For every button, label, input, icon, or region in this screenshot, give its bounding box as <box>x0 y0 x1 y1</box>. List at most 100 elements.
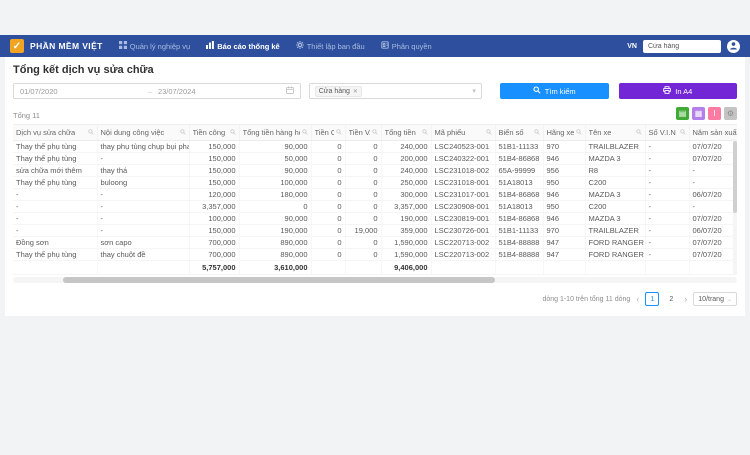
summary-cell <box>13 260 98 275</box>
horizontal-scrollbar-thumb[interactable] <box>63 277 495 283</box>
brand[interactable]: ✓ PHẦN MỀM VIỆT <box>10 39 103 53</box>
column-header[interactable]: Tổng tiền <box>381 125 432 141</box>
file-pdf-icon[interactable]: I <box>708 107 721 120</box>
summary-cell <box>345 260 382 275</box>
table-cell: 65A-99999 <box>495 164 544 177</box>
table-row[interactable]: - -150,000 190,000 0 19,000 359,000 LSC230726-… <box>13 224 737 237</box>
table-cell: LSC231018-001 <box>431 176 496 189</box>
search-button[interactable]: Tìm kiếm <box>499 83 609 99</box>
close-icon[interactable]: ✕ <box>353 88 358 95</box>
nav-item-quan-ly-nghiep-vu[interactable]: Quản lý nghiệp vụ <box>118 41 191 51</box>
table-cell: C200 <box>585 176 646 189</box>
table-cell: 946 <box>543 152 586 165</box>
column-header[interactable]: Tổng tiền hàng hóa <box>239 125 312 141</box>
column-header[interactable]: Tiền công <box>189 125 240 141</box>
page-button-1[interactable]: 1 <box>645 292 660 306</box>
table-cell: LSC220713-002 <box>431 236 496 249</box>
column-header[interactable]: Dịch vụ sửa chữa <box>13 125 98 141</box>
date-to-value[interactable]: 23/07/2024 <box>158 87 286 96</box>
table-row[interactable]: - -3,357,000 0 0 0 3,357,000 LSC230908-001 51A1… <box>13 200 737 213</box>
column-header[interactable]: Nội dung công việc <box>97 125 190 141</box>
table-row[interactable]: - -120,000 180,000 0 0 300,000 LSC231017-001 51… <box>13 188 737 201</box>
table-cell: 50,000 <box>239 152 312 165</box>
column-search-icon[interactable] <box>421 128 428 137</box>
columns-icon[interactable]: ▦ <box>692 107 705 120</box>
table-row[interactable]: - -100,000 90,000 0 0 190,000 LSC230819-001 51B… <box>13 212 737 225</box>
table-cell: Thay thế phụ tùng <box>13 140 98 153</box>
file-excel-icon[interactable]: ▤ <box>676 107 689 120</box>
store-search-input[interactable] <box>643 39 721 53</box>
table-cell: Thay thế phụ tùng <box>13 152 98 165</box>
chevron-right-icon[interactable]: › <box>683 294 688 304</box>
column-header[interactable]: Tiền VAT <box>345 125 382 141</box>
table-cell: 947 <box>543 236 586 249</box>
language-selector[interactable]: VN <box>627 43 637 50</box>
column-header[interactable]: Biển số <box>495 125 544 141</box>
column-search-icon[interactable] <box>533 128 540 137</box>
table-cell: 19,000 <box>345 224 382 237</box>
date-from-value[interactable]: 01/07/2020 <box>20 87 148 96</box>
table-cell: 150,000 <box>189 140 240 153</box>
table-cell: 180,000 <box>239 188 312 201</box>
column-header-label: Tiền CK <box>314 128 334 137</box>
table-row[interactable]: Thay thế phụ tùng -150,000 50,000 0 0 200,000… <box>13 152 737 165</box>
chevron-left-icon[interactable]: ‹ <box>635 294 640 304</box>
column-search-icon[interactable] <box>485 128 492 137</box>
table-row[interactable]: Thay thế phụ tùng thay phụ tùng chụp bụi … <box>13 140 737 153</box>
column-search-icon[interactable] <box>229 128 236 137</box>
table-cell: - <box>13 224 98 237</box>
column-header[interactable]: Hãng xe <box>543 125 586 141</box>
column-header[interactable]: Năm sản xuất <box>689 125 737 141</box>
table-cell: 700,000 <box>189 248 240 261</box>
store-filter-select[interactable]: Cửa hàng ✕ ▾ <box>308 83 482 99</box>
pagination-bar: dòng 1-10 trên tổng 11 dòng ‹ 1 2 › 10/t… <box>13 292 737 306</box>
table-cell: 950 <box>543 200 586 213</box>
vertical-scrollbar-thumb[interactable] <box>733 141 737 213</box>
table-cell: - <box>97 200 190 213</box>
table-cell: - <box>689 176 737 189</box>
table-cell: sơn capo <box>97 236 190 249</box>
summary-cell <box>311 260 346 275</box>
date-range-picker[interactable]: 01/07/2020 – 23/07/2024 <box>13 83 301 99</box>
table-cell: 0 <box>311 212 346 225</box>
column-header[interactable]: Số V.I.N <box>645 125 690 141</box>
column-search-icon[interactable] <box>635 128 642 137</box>
table-row[interactable]: sửa chữa mới thêm thay thá 150,000 90,000 0 0… <box>13 164 737 177</box>
column-search-icon[interactable] <box>371 128 378 137</box>
table-cell: R8 <box>585 164 646 177</box>
nav-item-label: Quản lý nghiệp vụ <box>129 41 191 51</box>
column-search-icon[interactable] <box>575 128 582 137</box>
nav-item-bao-cao-thong-ke[interactable]: Báo cáo thống kê <box>206 41 280 51</box>
column-search-icon[interactable] <box>679 128 686 137</box>
column-search-icon[interactable] <box>301 128 308 137</box>
column-header[interactable]: Tiền CK <box>311 125 346 141</box>
table-row[interactable]: Thay thế phụ tùng thay chuột đề 700,000 890… <box>13 248 737 261</box>
table-cell: LSC231018-002 <box>431 164 496 177</box>
table-row[interactable]: Thay thế phụ tùng buloong 150,000 100,000 0 0… <box>13 176 737 189</box>
summary-cell <box>645 260 690 275</box>
column-header[interactable]: Mã phiếu <box>431 125 496 141</box>
column-search-icon[interactable] <box>87 128 94 137</box>
print-a4-button-label: In A4 <box>675 86 693 96</box>
app-logo-check-icon: ✓ <box>10 39 24 53</box>
vertical-scrollbar[interactable] <box>733 139 737 275</box>
table-cell: - <box>13 188 98 201</box>
table-row[interactable]: Đồng sơn sơn capo 700,000 890,000 0 0 1,590,00… <box>13 236 737 249</box>
horizontal-scrollbar[interactable] <box>13 277 737 283</box>
nav-item-thiet-lap-ban-dau[interactable]: Thiết lập ban đầu <box>295 41 365 51</box>
nav-item-phan-quyen[interactable]: Phân quyền <box>381 41 432 51</box>
page-button-2[interactable]: 2 <box>664 292 679 306</box>
print-a4-button[interactable]: In A4 <box>618 83 737 99</box>
user-avatar[interactable] <box>727 39 740 53</box>
table-cell: 240,000 <box>381 164 432 177</box>
page-size-select[interactable]: 10/trang ⌄ <box>693 292 737 306</box>
table-cell: 51B4-86868 <box>495 152 544 165</box>
table-cell: LSC230726-001 <box>431 224 496 237</box>
table-cell: LSC220713-002 <box>431 248 496 261</box>
gear-icon[interactable]: ⚙ <box>724 107 737 120</box>
table-cell: 0 <box>311 176 346 189</box>
store-filter-tag: Cửa hàng ✕ <box>314 85 362 97</box>
column-search-icon[interactable] <box>335 128 342 137</box>
column-header[interactable]: Tên xe <box>585 125 646 141</box>
column-search-icon[interactable] <box>179 128 186 137</box>
